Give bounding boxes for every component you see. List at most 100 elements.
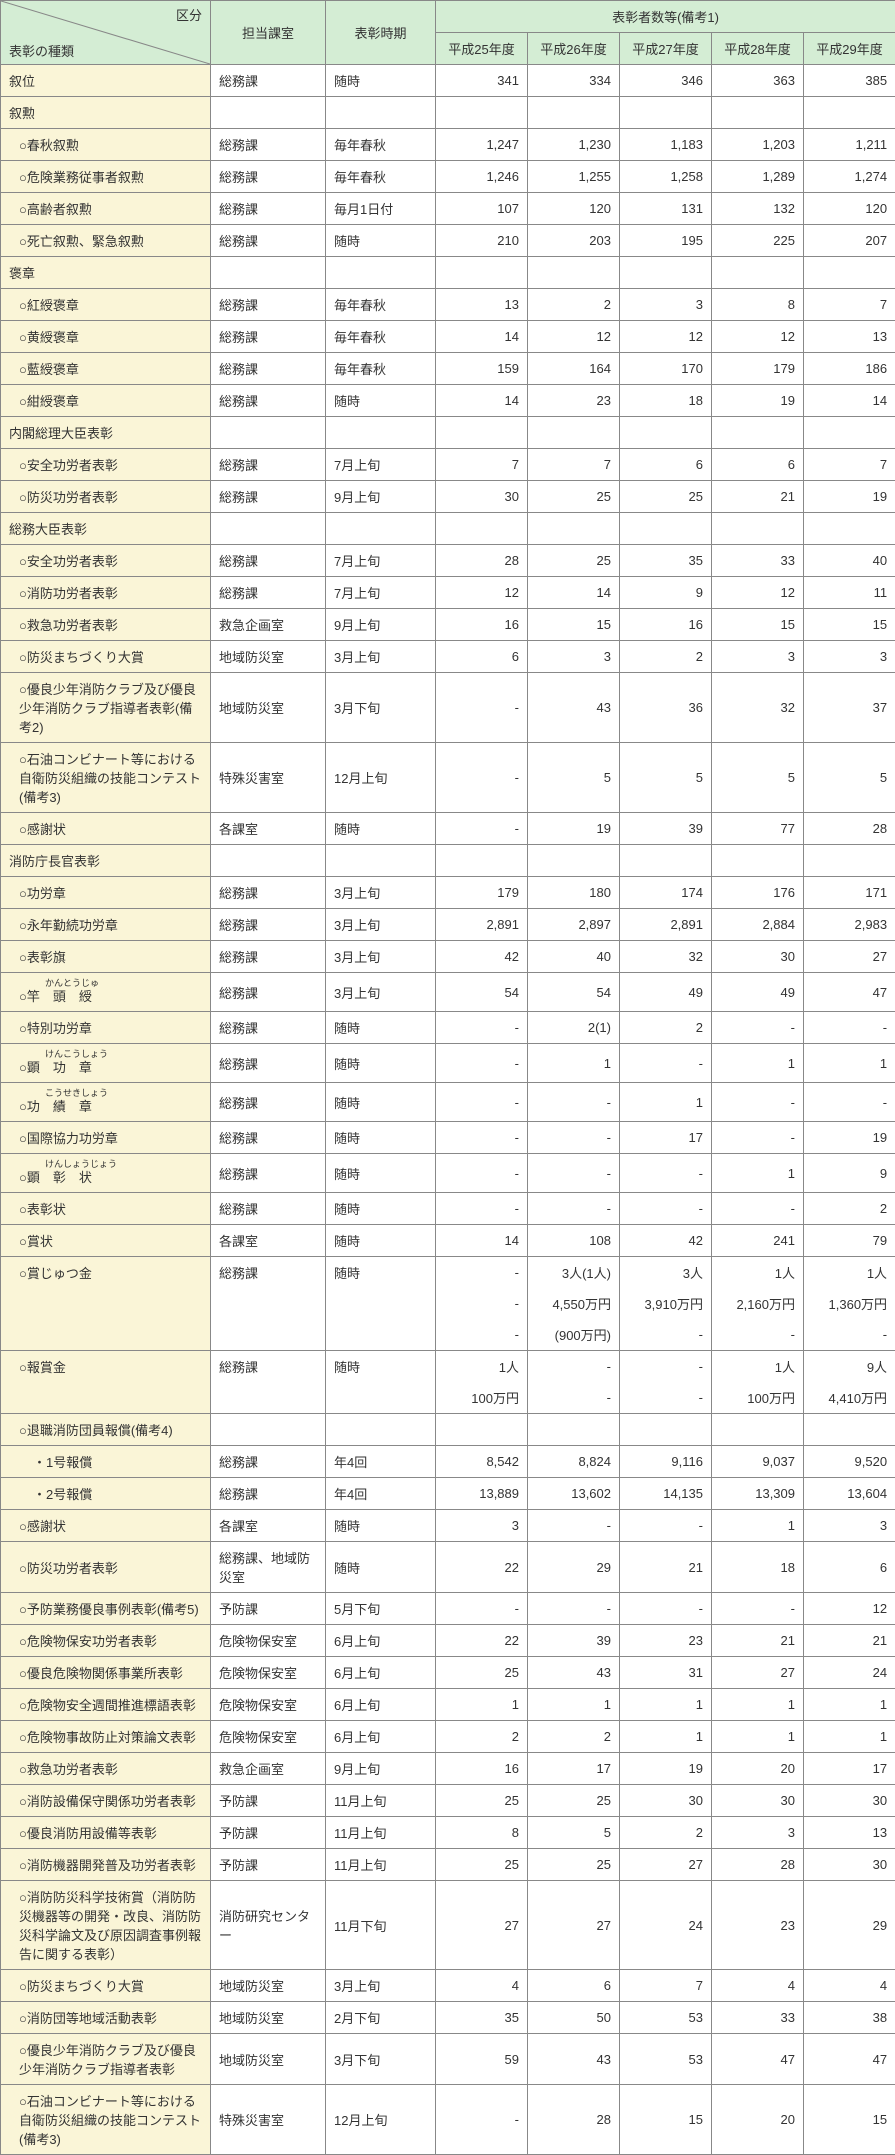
value-cell: 15 (528, 609, 620, 641)
row-label: ○防災まちづくり大賞 (1, 641, 211, 673)
table-row: こうせきしょう○功 績 章総務課随時--1-- (1, 1083, 895, 1122)
value-cell: 5 (528, 1817, 620, 1849)
empty-cell (712, 257, 804, 289)
value-cell: 207 (804, 225, 895, 257)
row-label: こうせきしょう○功 績 章 (1, 1083, 211, 1122)
table-row: ○消防功労者表彰総務課7月上旬121491211 (1, 577, 895, 609)
table-row: ○石油コンビナート等における自衛防災組織の技能コンテスト(備考3)特殊災害室12… (1, 743, 895, 813)
time-cell: 随時 (326, 1154, 436, 1193)
dept-cell: 危険物保安室 (211, 1625, 326, 1657)
value-cell: - (712, 1193, 804, 1225)
value-cell: 13,309 (712, 1478, 804, 1510)
dept-cell: 総務課 (211, 1012, 326, 1044)
row-label: ○春秋叙勲 (1, 129, 211, 161)
row-label: ○安全功労者表彰 (1, 449, 211, 481)
value-cell: 2(1) (528, 1012, 620, 1044)
value-cell: 24 (620, 1881, 712, 1970)
value-cell: (900万円) (528, 1319, 620, 1351)
value-cell: 8,824 (528, 1446, 620, 1478)
time-cell: 随時 (326, 65, 436, 97)
row-label: ○防災まちづくり大賞 (1, 1970, 211, 2002)
row-label: ○安全功労者表彰 (1, 545, 211, 577)
value-cell: 131 (620, 193, 712, 225)
value-cell: 6 (620, 449, 712, 481)
value-cell: 9,520 (804, 1446, 895, 1478)
value-cell: 341 (436, 65, 528, 97)
table-row: ○防災功労者表彰総務課9月上旬3025252119 (1, 481, 895, 513)
value-cell: - (436, 1593, 528, 1625)
row-label: ○危険物保安功労者表彰 (1, 1625, 211, 1657)
value-cell: 31 (620, 1657, 712, 1689)
time-cell: 随時 (326, 1542, 436, 1593)
value-cell: 2 (620, 1012, 712, 1044)
value-cell: - (528, 1510, 620, 1542)
value-cell: 2,160万円 (712, 1288, 804, 1319)
row-label: けんしょうじょう○顕 彰 状 (1, 1154, 211, 1193)
value-cell: 8 (436, 1817, 528, 1849)
value-cell: 107 (436, 193, 528, 225)
table-row: 総務大臣表彰 (1, 513, 895, 545)
dept-cell: 救急企画室 (211, 609, 326, 641)
time-cell: 3月上旬 (326, 941, 436, 973)
value-cell: 42 (620, 1225, 712, 1257)
value-cell: 39 (620, 813, 712, 845)
value-cell: 7 (804, 289, 895, 321)
value-cell: 4,550万円 (528, 1288, 620, 1319)
dept-cell: 特殊災害室 (211, 2085, 326, 2155)
dept-cell: 総務課 (211, 353, 326, 385)
value-cell: 53 (620, 2002, 712, 2034)
dept-cell (211, 1414, 326, 1446)
value-cell: 28 (712, 1849, 804, 1881)
value-cell: 1 (804, 1044, 895, 1083)
empty-cell (528, 417, 620, 449)
time-cell: 毎年春秋 (326, 161, 436, 193)
time-cell: 3月上旬 (326, 877, 436, 909)
value-cell: 19 (620, 1753, 712, 1785)
row-label: ○予防業務優良事例表彰(備考5) (1, 1593, 211, 1625)
value-cell: 25 (436, 1657, 528, 1689)
value-cell: 120 (528, 193, 620, 225)
time-cell: 随時 (326, 1012, 436, 1044)
row-label: かんとうじゅ○竿 頭 綬 (1, 973, 211, 1012)
time-cell: 7月上旬 (326, 545, 436, 577)
value-cell: 1,183 (620, 129, 712, 161)
value-cell: 2 (436, 1721, 528, 1753)
value-cell: - (436, 1012, 528, 1044)
value-cell: - (712, 1319, 804, 1351)
value-cell: 13 (804, 1817, 895, 1849)
dept-cell: 総務課 (211, 545, 326, 577)
value-cell: 1,289 (712, 161, 804, 193)
table-row: ○安全功労者表彰総務課7月上旬2825353340 (1, 545, 895, 577)
table-row: ○賞じゅつ金総務課随時-3人(1人)3人1人1人 (1, 1257, 895, 1289)
dept-cell: 予防課 (211, 1785, 326, 1817)
table-row: 叙勲 (1, 97, 895, 129)
dept-cell: 総務課 (211, 941, 326, 973)
row-label: ○紺綬褒章 (1, 385, 211, 417)
value-cell: 14 (804, 385, 895, 417)
empty-cell (211, 845, 326, 877)
category-label: 総務大臣表彰 (1, 513, 211, 545)
table-row: ○消防設備保守関係功労者表彰予防課11月上旬2525303030 (1, 1785, 895, 1817)
ruby-base: ○竿 頭 綬 (19, 986, 202, 1005)
time-cell: 随時 (326, 1225, 436, 1257)
dept-cell: 総務課 (211, 1122, 326, 1154)
table-row: けんこうしょう○顕 功 章総務課随時-1-11 (1, 1044, 895, 1083)
value-cell: 334 (528, 65, 620, 97)
time-cell: 3月下旬 (326, 2034, 436, 2085)
value-cell: 5 (712, 743, 804, 813)
value-cell: - (436, 1083, 528, 1122)
value-cell: - (528, 1083, 620, 1122)
value-cell: 3 (528, 641, 620, 673)
value-cell: - (712, 1083, 804, 1122)
value-cell: 14,135 (620, 1478, 712, 1510)
value-cell: 1 (620, 1689, 712, 1721)
time-cell: 随時 (326, 1122, 436, 1154)
value-cell: 21 (712, 481, 804, 513)
value-cell: 54 (528, 973, 620, 1012)
empty-cell (528, 845, 620, 877)
cont-time (326, 1288, 436, 1319)
value-cell: - (436, 1122, 528, 1154)
value-cell: 25 (528, 1785, 620, 1817)
value-cell: 23 (712, 1881, 804, 1970)
row-label: ○優良少年消防クラブ及び優良少年消防クラブ指導者表彰(備考2) (1, 673, 211, 743)
